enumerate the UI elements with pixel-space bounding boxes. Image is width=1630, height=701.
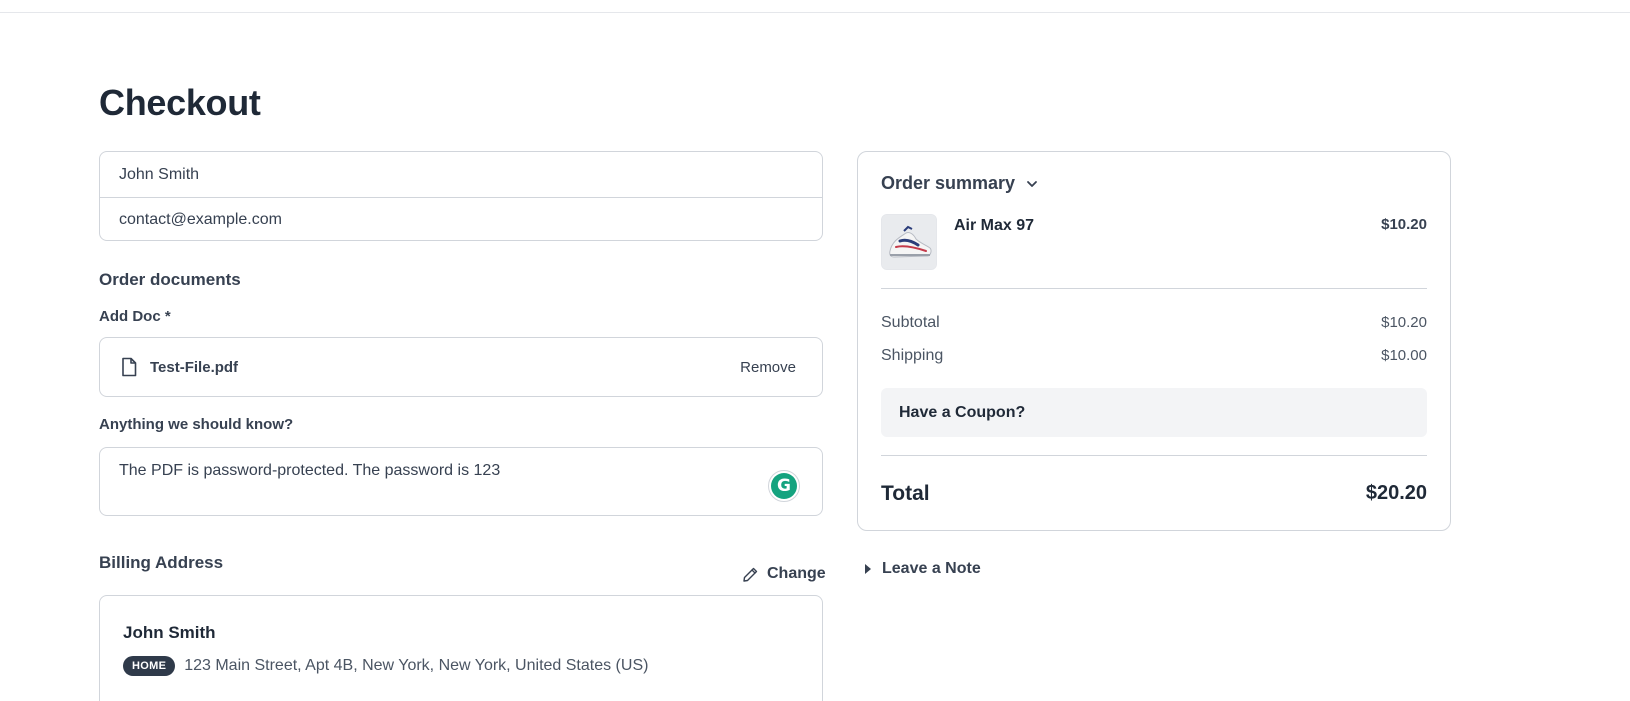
total-label: Total [881,482,930,505]
leave-note-label: Leave a Note [882,560,981,577]
file-name: Test-File.pdf [150,358,239,376]
total-value: $20.20 [1365,482,1427,504]
billing-address-line: HOME 123 Main Street, Apt 4B, New York, … [123,656,648,676]
notes-textarea[interactable]: The PDF is password-protected. The passw… [99,447,823,516]
subtotal-label: Subtotal [881,314,940,331]
uploaded-file: Test-File.pdf Remove [99,337,823,397]
divider [881,455,1427,456]
product-image [881,214,937,270]
divider [881,288,1427,289]
pencil-icon [743,567,758,582]
grammarly-icon: G [771,473,797,499]
billing-name: John Smith [123,623,216,642]
change-label: Change [767,565,826,582]
sneaker-icon [882,215,936,269]
shipping-label: Shipping [881,347,944,364]
file-icon [122,357,137,377]
billing-address-card[interactable]: John Smith HOME 123 Main Street, Apt 4B,… [99,595,823,701]
subtotal-value: $10.20 [1381,314,1427,331]
page-title: Checkout [99,82,261,123]
caret-right-icon [865,564,871,574]
add-doc-label: Add Doc * [99,308,171,325]
notes-label: Anything we should know? [99,416,294,433]
email-field[interactable]: contact@example.com [100,197,822,240]
order-summary-card: Order summary Air Max 97 $10.20 Subtotal… [857,151,1451,531]
change-address-button[interactable]: Change [742,565,826,583]
product-name: Air Max 97 [954,217,1035,234]
order-summary-heading: Order summary [881,173,1016,193]
shipping-value: $10.00 [1381,347,1427,364]
home-badge: HOME [123,656,176,676]
leave-note-toggle[interactable]: Leave a Note [864,560,981,578]
remove-file-button[interactable]: Remove [740,359,796,376]
grammarly-button[interactable]: G [768,470,800,502]
billing-address-heading: Billing Address [99,553,224,572]
name-field[interactable]: John Smith [100,152,822,197]
order-documents-heading: Order documents [99,270,241,289]
product-price: $10.20 [1381,216,1427,233]
order-summary-toggle[interactable]: Order summary [881,173,1039,194]
billing-address-text: 123 Main Street, Apt 4B, New York, New Y… [184,657,649,674]
chevron-down-icon [1027,180,1037,187]
coupon-button[interactable]: Have a Coupon? [881,388,1427,437]
top-bar [0,0,1630,13]
notes-text: The PDF is password-protected. The passw… [119,462,501,479]
contact-fields: John Smith contact@example.com [99,151,823,241]
